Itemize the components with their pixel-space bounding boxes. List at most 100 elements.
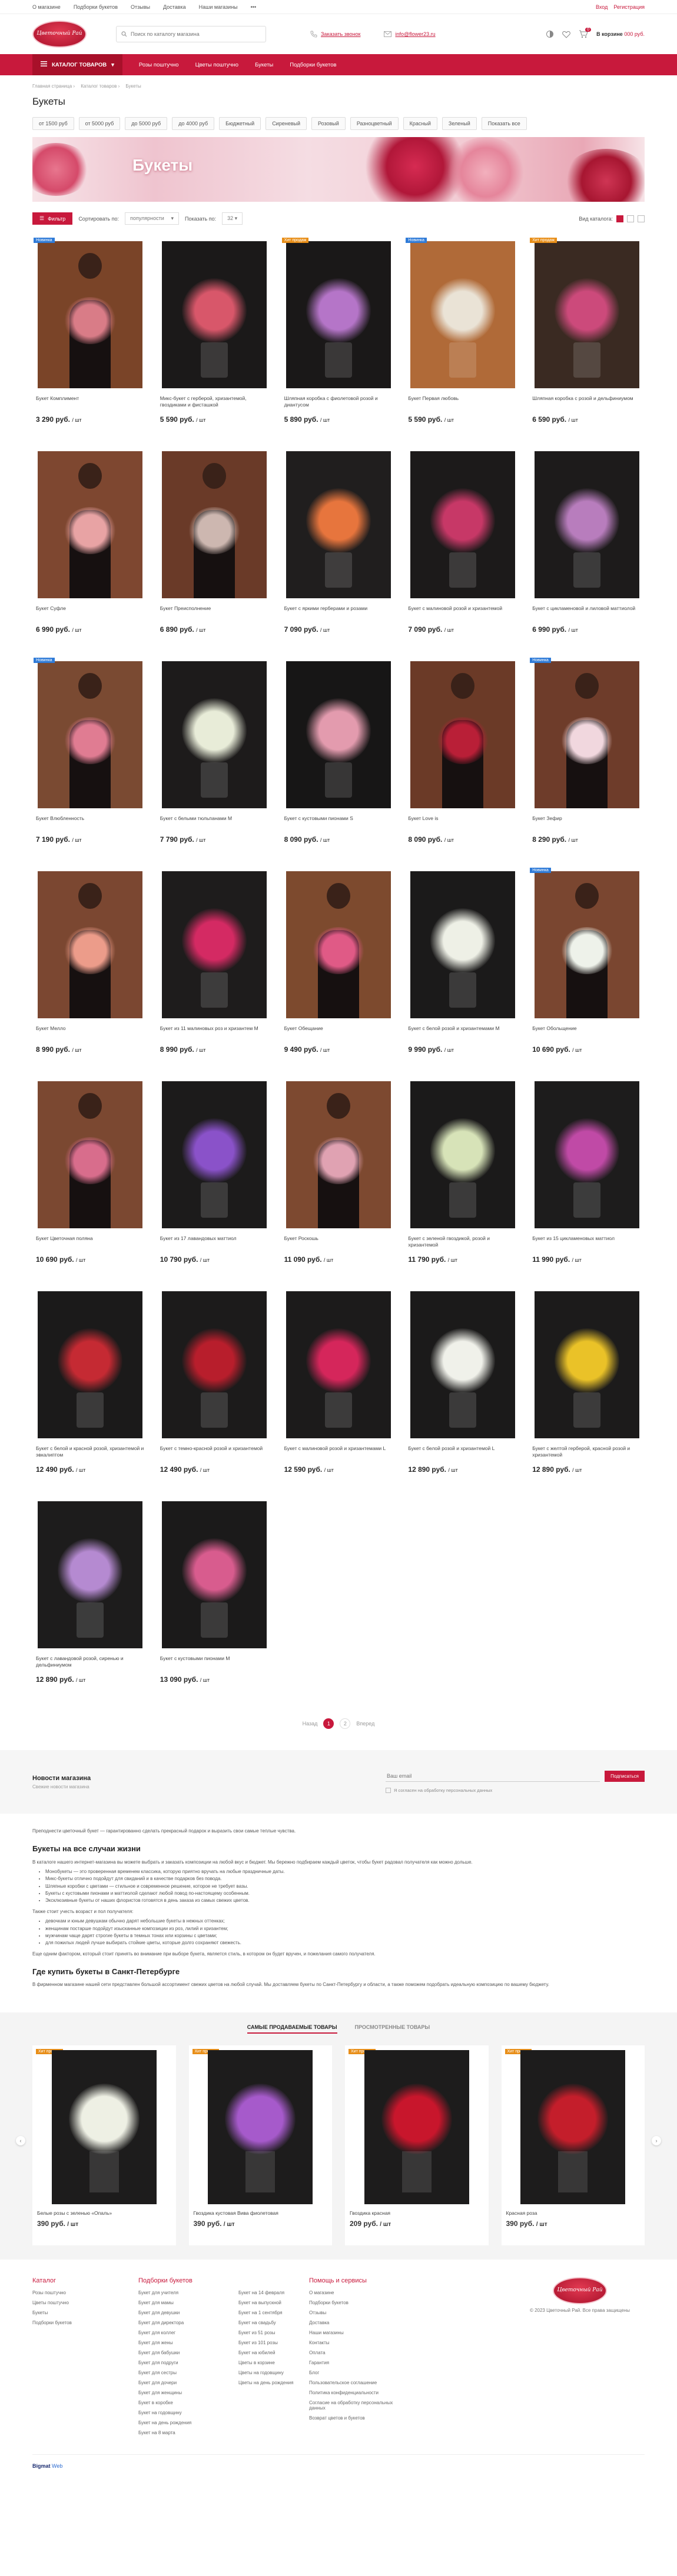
footer-link[interactable]: Букет на юбилей	[238, 2350, 309, 2355]
top-nav-link[interactable]: О магазине	[32, 4, 61, 10]
product-card[interactable]: Букет Цветочная поляна 10 690 руб. / шт	[32, 1077, 148, 1287]
product-image[interactable]	[162, 241, 267, 388]
product-name[interactable]: Букет из 11 малиновых роз и хризантем M	[159, 1025, 270, 1043]
product-card[interactable]: Новинка Букет Зефир 8 290 руб. / шт	[529, 657, 645, 867]
product-name[interactable]: Букет Цветочная поляна	[35, 1235, 146, 1253]
footer-link[interactable]: Букеты	[32, 2310, 138, 2315]
product-name[interactable]: Букет Комплимент	[35, 395, 146, 413]
footer-link[interactable]: Букет из 101 розы	[238, 2340, 309, 2345]
top-nav-link[interactable]: Подборки букетов	[74, 4, 118, 10]
filter-chip[interactable]: Разноцветный	[350, 117, 399, 130]
filter-chip[interactable]: до 5000 руб	[125, 117, 168, 130]
product-name[interactable]: Букет Обещание	[283, 1025, 394, 1043]
filter-button[interactable]: ☰ Фильтр	[32, 212, 73, 225]
filter-chip[interactable]: Бюджетный	[219, 117, 261, 130]
product-image[interactable]	[410, 451, 515, 598]
product-image[interactable]	[286, 451, 391, 598]
product-name[interactable]: Букет из 17 лавандовых маттиол	[159, 1235, 270, 1253]
bestseller-card[interactable]: Хит продаж Гвоздика красная 209 руб. / шт	[345, 2045, 489, 2245]
footer-link[interactable]: Политика конфиденциальности	[309, 2390, 403, 2395]
per-page-select[interactable]: 32 ▾	[222, 212, 243, 225]
product-image[interactable]	[286, 871, 391, 1018]
product-name[interactable]: Букет Love is	[407, 815, 518, 833]
footer-link[interactable]: Букет для мамы	[138, 2300, 238, 2305]
subscribe-button[interactable]: Подписаться	[605, 1771, 645, 1782]
filter-chip[interactable]: от 1500 руб	[32, 117, 74, 130]
catalog-menu-button[interactable]: КАТАЛОГ ТОВАРОВ ▾	[32, 54, 122, 75]
bestseller-card[interactable]: Хит продаж Гвоздика кустовая Вива фиолето…	[188, 2045, 332, 2245]
compare-icon[interactable]	[546, 30, 554, 38]
filter-chip[interactable]: от 5000 руб	[78, 117, 121, 130]
product-image[interactable]	[410, 1081, 515, 1228]
product-card[interactable]: Букет с белыми тюльпанами M 7 790 руб. / …	[157, 657, 273, 867]
logo[interactable]: Цветочный Рай	[32, 21, 87, 48]
nav-item-bouquets[interactable]: Букеты	[247, 62, 281, 68]
product-name[interactable]: Букет с зеленой гвоздикой, розой и хриза…	[407, 1235, 518, 1253]
product-name[interactable]: Букет с яркими гербера­ми и розами	[283, 605, 394, 623]
product-name[interactable]: Букет с малиновой розой и хризантемой	[407, 605, 518, 623]
product-card[interactable]: Новинка Букет Влюбленность 7 190 руб. / шт	[32, 657, 148, 867]
footer-link[interactable]: Букет для подруги	[138, 2360, 238, 2365]
footer-link[interactable]: Пользовательское соглашение	[309, 2380, 403, 2385]
product-card[interactable]: Букет с яркими гербера­ми и розами 7 090 …	[281, 446, 397, 657]
product-card[interactable]: Букет Обещание 9 490 руб. / шт	[281, 867, 397, 1077]
arrow-left-icon[interactable]: ‹	[16, 2135, 25, 2145]
table-view-icon[interactable]	[638, 215, 645, 222]
grid-view-icon[interactable]	[616, 215, 623, 222]
footer-link[interactable]: Цветы на день рождения	[238, 2380, 309, 2385]
arrow-right-icon[interactable]: ›	[652, 2135, 661, 2145]
footer-link[interactable]: Букет для коллег	[138, 2330, 238, 2335]
product-name[interactable]: Букет с темно-красной розой и хризантемо…	[159, 1445, 270, 1463]
product-card[interactable]: Букет с белой и красной розой, хризантем…	[32, 1287, 148, 1497]
product-name[interactable]: Букет Первая любовь	[407, 395, 518, 413]
search-box[interactable]	[116, 26, 266, 42]
product-name[interactable]: Букет с белой розой и хризантемой L	[407, 1445, 518, 1463]
footer-link[interactable]: Возврат цветов и букетов	[309, 2415, 403, 2421]
product-image[interactable]	[410, 241, 515, 388]
product-image[interactable]	[364, 2050, 469, 2204]
product-image[interactable]	[286, 1081, 391, 1228]
product-name[interactable]: Букет с малиновой розой и хризантемами L	[283, 1445, 394, 1463]
footer-link[interactable]: Букет на 1 сентября	[238, 2310, 309, 2315]
footer-link[interactable]: Букет на 14 февраля	[238, 2290, 309, 2295]
footer-link[interactable]: Букет в коробке	[138, 2400, 238, 2405]
product-image[interactable]	[38, 451, 143, 598]
footer-link[interactable]: Согласие на обработку персональных данны…	[309, 2400, 403, 2411]
footer-link[interactable]: Контакты	[309, 2340, 403, 2345]
product-card[interactable]: Букет с кустовыми пионами M 13 090 руб. /…	[157, 1497, 273, 1707]
tab-viewed[interactable]: ПРОСМОТРЕННЫЕ ТОВАРЫ	[355, 2024, 430, 2034]
filter-chip[interactable]: Розовый	[311, 117, 346, 130]
product-image[interactable]	[286, 1291, 391, 1438]
footer-link[interactable]: Подборки букетов	[32, 2320, 138, 2325]
product-name[interactable]: Букет Обольщение	[531, 1025, 642, 1043]
footer-link[interactable]: Цветы поштучно	[32, 2300, 138, 2305]
product-image[interactable]	[38, 661, 143, 808]
footer-link[interactable]: Букет на годовщину	[138, 2410, 238, 2415]
footer-link[interactable]: Гарантия	[309, 2360, 403, 2365]
nav-item-roses[interactable]: Розы поштучно	[131, 62, 187, 68]
footer-link[interactable]: О магазине	[309, 2290, 403, 2295]
footer-link[interactable]: Букет для женщины	[138, 2390, 238, 2395]
product-name[interactable]: Гвоздика красная	[350, 2210, 484, 2216]
login-link[interactable]: Вход	[596, 4, 608, 10]
footer-link[interactable]: Наши магазины	[309, 2330, 403, 2335]
product-image[interactable]	[534, 1081, 639, 1228]
product-card[interactable]: Букет Мелло 8 990 руб. / шт	[32, 867, 148, 1077]
product-card[interactable]: Микс-букет с гербер­ой, хризантемой, гво…	[157, 236, 273, 446]
product-image[interactable]	[162, 871, 267, 1018]
product-image[interactable]	[162, 661, 267, 808]
page-1[interactable]: 1	[323, 1718, 334, 1729]
bestseller-card[interactable]: Хит продаж Белые розы с зеленью «Опаль» 39…	[32, 2045, 176, 2245]
product-image[interactable]	[286, 661, 391, 808]
product-image[interactable]	[534, 241, 639, 388]
product-name[interactable]: Шляпная коробка с розой и дельфиниумом	[531, 395, 642, 413]
footer-link[interactable]: Букет из 51 розы	[238, 2330, 309, 2335]
email-link[interactable]: info@flower23.ru	[384, 31, 436, 37]
product-image[interactable]	[162, 1501, 267, 1648]
search-input[interactable]	[131, 31, 254, 37]
product-image[interactable]	[38, 1501, 143, 1648]
footer-link[interactable]: Цветы в корзине	[238, 2360, 309, 2365]
footer-link[interactable]: Цветы на годовщину	[238, 2370, 309, 2375]
footer-link[interactable]: Оплата	[309, 2350, 403, 2355]
product-image[interactable]	[162, 451, 267, 598]
